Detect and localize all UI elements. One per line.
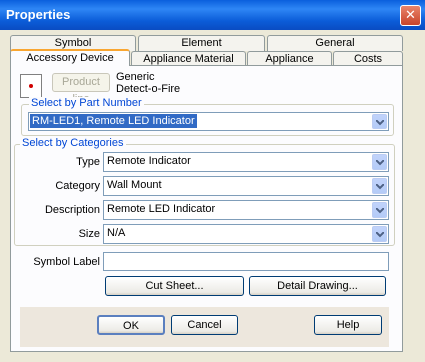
tab-costs[interactable]: Costs [333,51,403,66]
dropdown-button[interactable] [372,154,387,170]
cut-sheet-button[interactable]: Cut Sheet... [105,276,244,296]
dropdown-button[interactable] [372,226,387,242]
category-select[interactable]: Wall Mount [103,176,389,196]
properties-window: Properties ✕ Symbol Element General Acce… [0,0,425,362]
ok-label: OK [123,320,139,332]
dropdown-button[interactable] [372,114,387,129]
tab-appliance-material[interactable]: Appliance Material [131,51,246,66]
tab-label: Costs [353,53,383,65]
type-value: Remote Indicator [107,155,191,167]
help-label: Help [336,319,360,331]
device-symbol-preview[interactable] [20,74,42,98]
symbol-label-input[interactable] [103,252,389,271]
dropdown-button[interactable] [372,178,387,194]
cancel-button[interactable]: Cancel [171,315,238,335]
type-select[interactable]: Remote Indicator [103,152,389,172]
chevron-down-icon [376,232,384,238]
tab-appliance[interactable]: Appliance [247,51,332,66]
tab-label: Element [181,37,222,49]
description-select[interactable]: Remote LED Indicator [103,200,389,220]
category-value: Wall Mount [107,179,162,191]
window-title: Properties [6,7,71,22]
chevron-down-icon [376,160,384,166]
tab-label: Accessory Device [26,52,114,64]
help-button[interactable]: Help [314,315,382,335]
product-line-button[interactable]: Product line [52,73,110,105]
tab-label: General [315,37,355,49]
tab-general[interactable]: General [267,35,403,51]
type-label: Type [76,156,100,168]
description-value: Remote LED Indicator [107,203,216,215]
part-number-value: RM-LED1, Remote LED Indicator [30,114,197,128]
close-button[interactable]: ✕ [400,5,421,26]
size-select[interactable]: N/A [103,224,389,244]
detail-drawing-label: Detail Drawing... [277,280,358,292]
categories-group-label: Select by Categories [20,137,126,149]
tab-label: Symbol [54,37,92,49]
size-value: N/A [107,227,126,239]
tab-element[interactable]: Element [138,35,265,51]
dropdown-button[interactable] [372,202,387,218]
category-label: Category [55,180,100,192]
ok-button[interactable]: OK [97,315,165,335]
title-bar[interactable]: Properties ✕ [0,0,425,30]
close-icon: ✕ [405,7,416,22]
cancel-label: Cancel [187,319,222,331]
chevron-down-icon [376,184,384,190]
size-label: Size [78,228,100,240]
chevron-down-icon [376,120,384,126]
manufacturer-info: Generic Detect-o-Fire [116,71,180,95]
device-symbol-icon [29,84,33,88]
detail-drawing-button[interactable]: Detail Drawing... [249,276,386,296]
manufacturer-line2: Detect-o-Fire [116,83,181,95]
part-number-group-label: Select by Part Number [29,97,144,109]
tab-accessory-device[interactable]: Accessory Device [10,49,130,66]
manufacturer-line1: Generic [116,71,155,83]
tab-label: Appliance Material [143,53,234,65]
tab-label: Appliance [265,53,314,65]
symbol-label-label: Symbol Label [33,256,100,268]
description-label: Description [44,204,100,216]
chevron-down-icon [376,208,384,214]
part-number-select[interactable]: RM-LED1, Remote LED Indicator [28,112,389,131]
cut-sheet-label: Cut Sheet... [145,280,204,292]
